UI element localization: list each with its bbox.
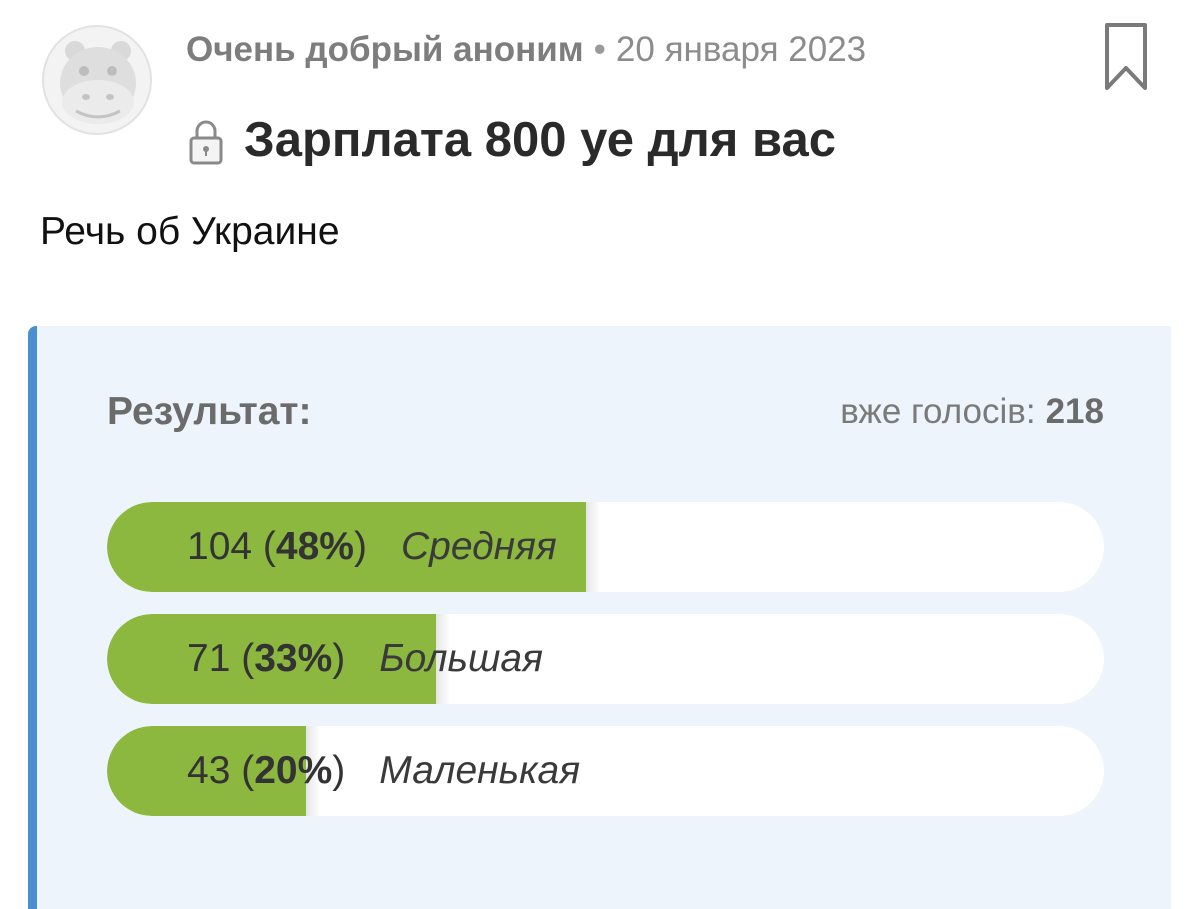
author-avatar[interactable] [42,25,152,135]
poll-vote-total: вже голосів: 218 [840,386,1104,438]
poll-header: Результат: вже голосів: 218 [107,386,1104,438]
post-meta: Очень добрый аноним • 20 января 2023 [186,28,866,72]
author-name[interactable]: Очень добрый аноним [186,30,584,69]
poll-option-paren-open: ( [230,749,255,792]
poll-option-paren-close: ) [353,525,367,568]
poll-votes-label: вже голосів: [840,392,1036,431]
post-title[interactable]: Зарплата 800 уе для вас [244,112,836,168]
hippo-avatar-icon [60,41,136,124]
post-title-row: Зарплата 800 уе для вас [188,112,836,168]
post-date: 20 января 2023 [615,30,867,69]
poll-option-paren-open: ( [230,637,255,680]
poll-option-paren-close: ) [332,637,346,680]
poll-option-count: 104 [187,525,253,568]
poll-option-percent: 33% [254,637,333,680]
poll-votes-count: 218 [1045,392,1104,431]
poll-option-percent: 20% [254,749,333,792]
poll-option: 43 (20%) Маленькая [107,726,1104,816]
poll-option-label: 104 (48%) Средняя [187,502,557,592]
lock-icon [189,120,223,165]
post-page: Очень добрый аноним • 20 января 2023 Зарпл… [0,0,1200,909]
poll-option: 71 (33%) Большая [107,614,1104,704]
poll-option-text: Большая [379,637,543,680]
poll-option-percent: 48% [275,525,354,568]
poll-option-text: Средняя [400,525,557,568]
poll-options: 104 (48%) Средняя 71 (33%) Большая 43 (20%… [107,502,1104,838]
meta-separator: • [593,30,606,69]
poll-option-paren-open: ( [252,525,276,568]
poll-option-count: 71 [187,637,231,680]
bookmark-button[interactable] [1103,22,1149,92]
poll-option-paren-close: ) [332,749,346,792]
poll-option-label: 43 (20%) Маленькая [187,726,580,816]
poll-option-count: 43 [187,749,231,792]
poll-option-label: 71 (33%) Большая [187,614,543,704]
poll-result-label: Результат: [107,390,312,433]
poll-option: 104 (48%) Средняя [107,502,1104,592]
post-body: Речь об Украине [40,210,340,253]
bookmark-icon [1105,23,1147,90]
poll-results-card: Результат: вже голосів: 218 104 (48%) Сред… [28,326,1171,909]
poll-option-text: Маленькая [379,749,581,792]
